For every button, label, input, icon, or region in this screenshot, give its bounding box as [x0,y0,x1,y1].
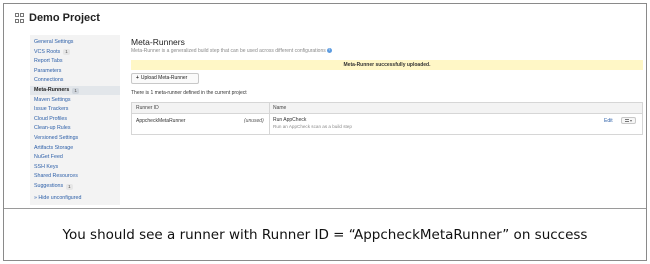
sidebar-item-general-settings[interactable]: General Settings [34,38,73,47]
sidebar-item-parameters[interactable]: Parameters [34,67,61,76]
sidebar-item-suggestions[interactable]: Suggestions 1 [34,182,73,191]
meta-runners-table: Runner ID Name AppcheckMetaRunner (unuse… [131,102,643,135]
instruction-caption: You should see a runner with Runner ID =… [4,208,646,260]
page-title: Meta-Runners [131,37,185,47]
runner-description: Run an AppCheck scan as a build step [273,124,352,129]
sidebar-item-shared-resources[interactable]: Shared Resources [34,172,78,181]
sidebar-item-maven-settings[interactable]: Maven Settings [34,96,71,105]
plus-icon: + [136,75,139,81]
screenshot-frame: Demo Project General Settings VCS Roots 1… [3,3,647,261]
meta-runner-count-text: There is 1 meta-runner defined in the cu… [131,90,247,96]
count-badge: 1 [63,49,70,56]
project-header: Demo Project [15,11,100,25]
sidebar-item-connections[interactable]: Connections [34,76,63,85]
sidebar-item-clean-up-rules[interactable]: Clean-up Rules [34,124,71,133]
hide-unconfigured-link[interactable]: » Hide unconfigured [34,194,81,203]
sidebar-item-vcs-roots[interactable]: VCS Roots 1 [34,48,70,57]
help-icon[interactable]: ? [326,48,332,53]
header-name: Name [273,105,287,111]
sidebar-item-issue-trackers[interactable]: Issue Trackers [34,105,68,114]
table-header: Runner ID Name [132,103,642,114]
sidebar-item-nuget-feed[interactable]: NuGet Feed [34,153,63,162]
column-divider [269,103,270,134]
sidebar-item-meta-runners[interactable]: Meta-Runners 1 [30,86,120,95]
sidebar-item-artifacts-storage[interactable]: Artifacts Storage [34,144,73,153]
page-description: Meta-Runner is a generalized build step … [131,48,332,54]
runner-name-cell: Run AppCheck [273,117,307,123]
sidebar-item-versioned-settings[interactable]: Versioned Settings [34,134,78,143]
runner-id-cell: AppcheckMetaRunner [136,118,186,124]
usage-status: (unused) [244,118,264,124]
more-actions-button[interactable] [621,117,636,124]
sidebar-item-ssh-keys[interactable]: SSH Keys [34,163,58,172]
upload-meta-runner-button[interactable]: + Upload Meta-Runner [131,73,199,84]
count-badge: 1 [66,183,73,190]
sidebar-item-cloud-profiles[interactable]: Cloud Profiles [34,115,67,124]
success-notice: Meta-Runner successfully uploaded. [131,60,643,70]
count-badge: 1 [72,87,79,94]
settings-sidebar: General Settings VCS Roots 1 Report Tabs … [30,35,120,205]
project-title[interactable]: Demo Project [29,12,100,24]
menu-icon [625,119,629,122]
sidebar-item-report-tabs[interactable]: Report Tabs [34,57,62,66]
teamcity-screenshot: Demo Project General Settings VCS Roots 1… [5,5,645,205]
header-runner-id: Runner ID [136,105,159,111]
chevron-down-icon [630,119,632,122]
edit-link[interactable]: Edit [604,118,613,124]
project-grid-icon [15,13,25,23]
